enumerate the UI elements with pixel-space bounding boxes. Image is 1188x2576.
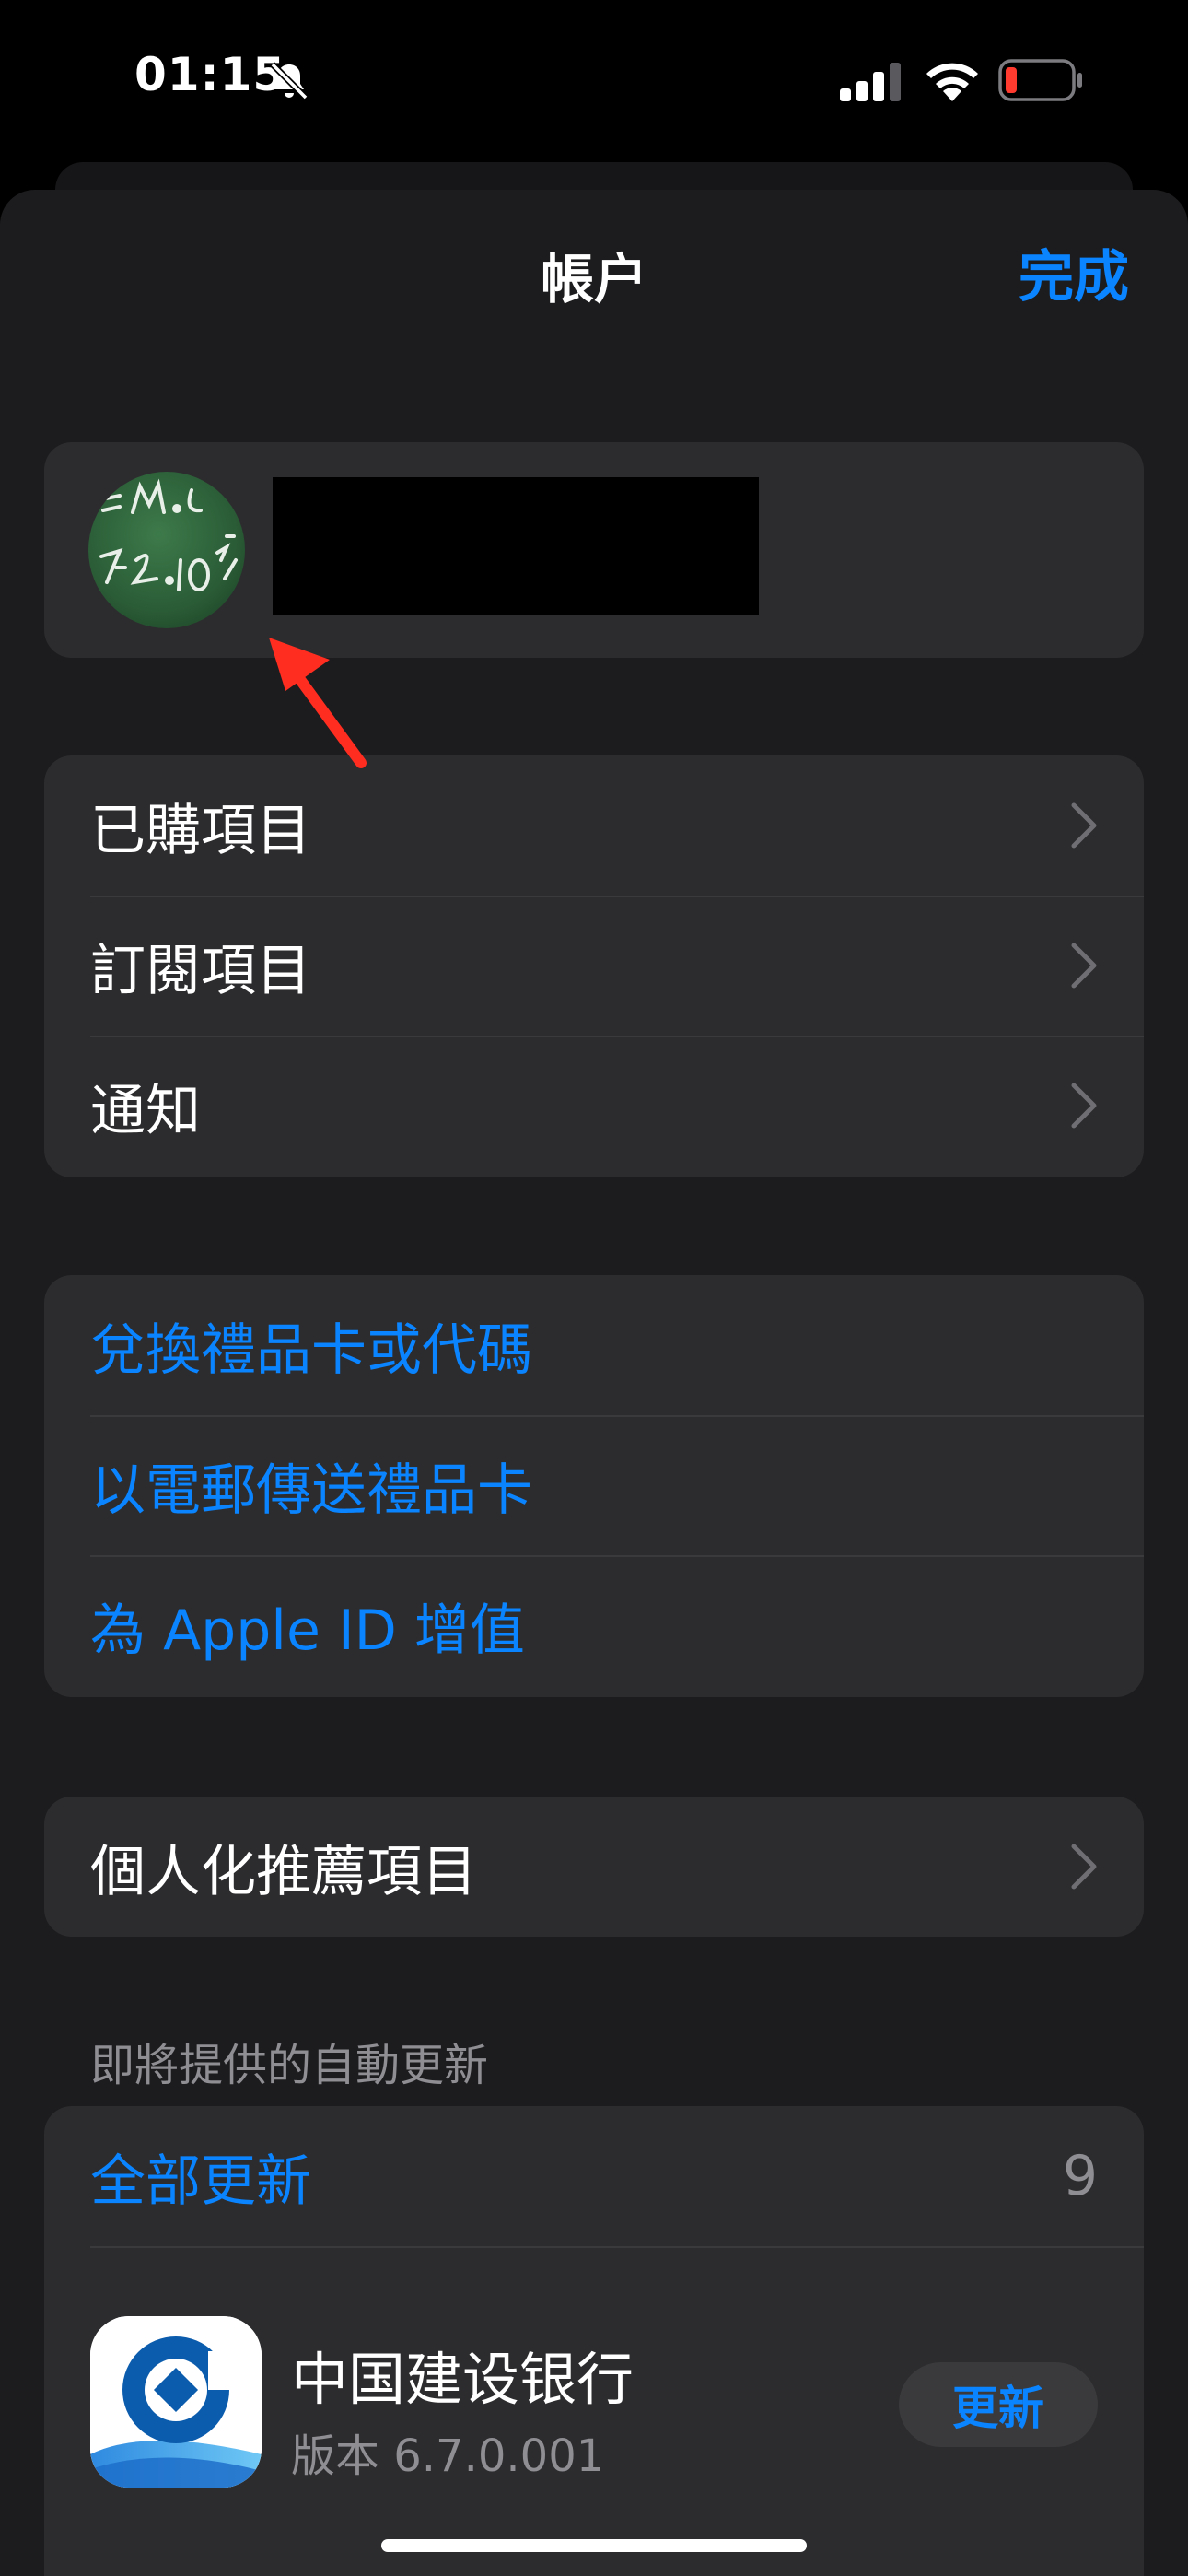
profile-card[interactable] bbox=[44, 442, 1144, 658]
row-label: 已購項目 bbox=[90, 798, 311, 863]
chevron-right-icon bbox=[1071, 802, 1097, 849]
update-count: 9 bbox=[1062, 2144, 1098, 2208]
app-version: 版本 6.7.0.001 bbox=[291, 2430, 605, 2482]
personalized-card: 個人化推薦項目 bbox=[44, 1797, 1144, 1937]
redeem-gift-card-link[interactable]: 兌換禮品卡或代碼 bbox=[44, 1275, 1144, 1415]
redacted-account-name bbox=[273, 477, 759, 615]
chevron-right-icon bbox=[1071, 1083, 1097, 1129]
app-icon[interactable] bbox=[90, 2316, 262, 2488]
update-button[interactable]: 更新 bbox=[899, 2362, 1098, 2447]
account-sheet: 帳户 完成 已購項目 訂閱項目 通知 兌換禮品卡或代碼 以電郵傳送禮品卡 為 A… bbox=[0, 190, 1188, 2576]
upcoming-updates-header: 即將提供的自動更新 bbox=[90, 2040, 489, 2091]
app-name: 中国建设银行 bbox=[291, 2346, 635, 2413]
purchased-items-row[interactable]: 已購項目 bbox=[44, 755, 1144, 896]
chalkboard-avatar-image bbox=[88, 472, 245, 628]
row-label: 訂閱項目 bbox=[90, 938, 311, 1003]
page-title: 帳户 bbox=[540, 248, 647, 310]
cellular-signal-icon bbox=[840, 63, 901, 101]
personalized-recommendations-row[interactable]: 個人化推薦項目 bbox=[44, 1797, 1144, 1937]
row-label: 個人化推薦項目 bbox=[90, 1839, 477, 1904]
wifi-icon bbox=[926, 63, 978, 101]
red-arrow-annotation bbox=[269, 638, 367, 768]
battery-low-icon bbox=[998, 59, 1082, 101]
send-gift-card-link[interactable]: 以電郵傳送禮品卡 bbox=[44, 1415, 1144, 1555]
subscriptions-row[interactable]: 訂閱項目 bbox=[44, 896, 1144, 1036]
purchases-card: 已購項目 訂閱項目 通知 bbox=[44, 755, 1144, 1177]
row-label: 兌換禮品卡或代碼 bbox=[90, 1317, 532, 1383]
notifications-row[interactable]: 通知 bbox=[44, 1036, 1144, 1176]
updates-card: 全部更新 9 中国建设银行 版本 6.7.0.001 更新 bbox=[44, 2106, 1144, 2576]
update-all-link[interactable]: 全部更新 bbox=[90, 2137, 311, 2217]
bell-slash-icon bbox=[270, 62, 309, 100]
avatar[interactable] bbox=[88, 472, 245, 628]
app-update-row[interactable]: 中国建设银行 版本 6.7.0.001 更新 bbox=[90, 2246, 1144, 2576]
chevron-right-icon bbox=[1071, 943, 1097, 989]
screen: 01:15 帳户 完成 已購項目 訂閱項目 通知 兌換禮品卡或代碼 以電郵傳送禮… bbox=[0, 0, 1188, 2576]
row-label: 以電郵傳送禮品卡 bbox=[90, 1458, 532, 1523]
home-indicator bbox=[381, 2539, 807, 2552]
row-label: 為 Apple ID 增值 bbox=[90, 1598, 525, 1663]
chevron-right-icon bbox=[1071, 1844, 1097, 1890]
gift-card-section: 兌換禮品卡或代碼 以電郵傳送禮品卡 為 Apple ID 增值 bbox=[44, 1275, 1144, 1697]
update-all-row[interactable]: 全部更新 9 bbox=[44, 2106, 1144, 2246]
ccb-logo-icon bbox=[90, 2316, 262, 2488]
status-time: 01:15 bbox=[134, 48, 286, 101]
row-label: 通知 bbox=[90, 1078, 201, 1143]
add-funds-link[interactable]: 為 Apple ID 增值 bbox=[44, 1555, 1144, 1695]
status-bar: 01:15 bbox=[0, 0, 1188, 157]
done-button[interactable]: 完成 bbox=[1019, 232, 1129, 312]
